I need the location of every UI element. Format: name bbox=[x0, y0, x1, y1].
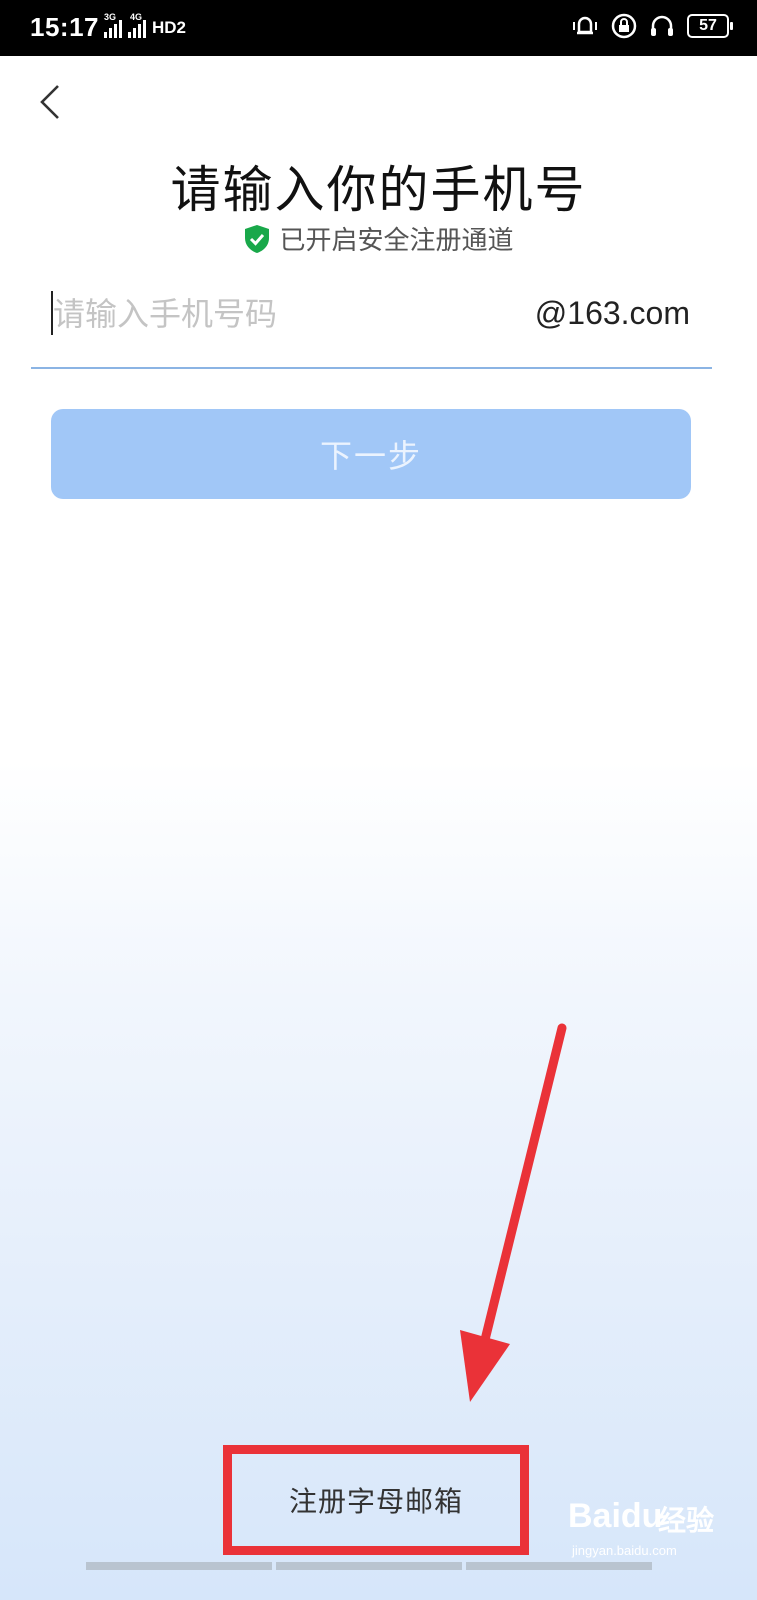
headset-icon bbox=[651, 15, 673, 36]
status-bar: 15:17 3G 4G HD2 57 bbox=[0, 0, 757, 56]
back-button[interactable] bbox=[36, 80, 76, 124]
vibrate-bell-icon bbox=[573, 16, 597, 35]
email-domain-suffix: @163.com bbox=[534, 295, 690, 331]
indicator-segment bbox=[466, 1562, 652, 1570]
indicator-segment bbox=[276, 1562, 462, 1570]
status-right-icons: 57 bbox=[571, 12, 733, 40]
lock-rotation-icon bbox=[611, 13, 637, 39]
phone-input[interactable] bbox=[53, 289, 493, 339]
signal-3g-icon: 3G bbox=[104, 12, 122, 38]
status-time: 15:17 bbox=[30, 12, 99, 42]
chevron-left-icon bbox=[40, 85, 59, 119]
register-letter-email-link[interactable]: 注册字母邮箱 bbox=[223, 1445, 529, 1555]
status-left-icons: 3G 4G HD2 bbox=[104, 12, 187, 38]
indicator-segment bbox=[86, 1562, 272, 1570]
baidu-jingyan-watermark: Baidu 经验 jingyan.baidu.com bbox=[568, 1485, 738, 1585]
signal-3g-label: 3G bbox=[104, 12, 117, 22]
secure-note-text: 已开启安全注册通道 bbox=[279, 226, 514, 256]
signal-4g-icon: 4G bbox=[128, 12, 146, 38]
register-letter-email-label: 注册字母邮箱 bbox=[288, 1485, 463, 1518]
battery-icon: 57 bbox=[687, 14, 733, 38]
secure-note-row: 已开启安全注册通道 bbox=[0, 220, 757, 257]
phone-field: @163.com bbox=[31, 285, 712, 369]
annotation-arrow bbox=[460, 1023, 567, 1402]
hd-voice-icon: HD2 bbox=[152, 18, 187, 37]
watermark-brand: Baidu bbox=[568, 1497, 663, 1535]
signal-4g-label: 4G bbox=[130, 12, 143, 22]
bottom-indicator bbox=[86, 1562, 656, 1570]
shield-check-icon bbox=[245, 224, 270, 253]
watermark-url: jingyan.baidu.com bbox=[572, 1543, 677, 1558]
page-title: 请输入你的手机号 bbox=[170, 161, 587, 219]
watermark-cn: 经验 bbox=[658, 1504, 715, 1537]
next-button[interactable]: 下一步 bbox=[51, 409, 691, 499]
